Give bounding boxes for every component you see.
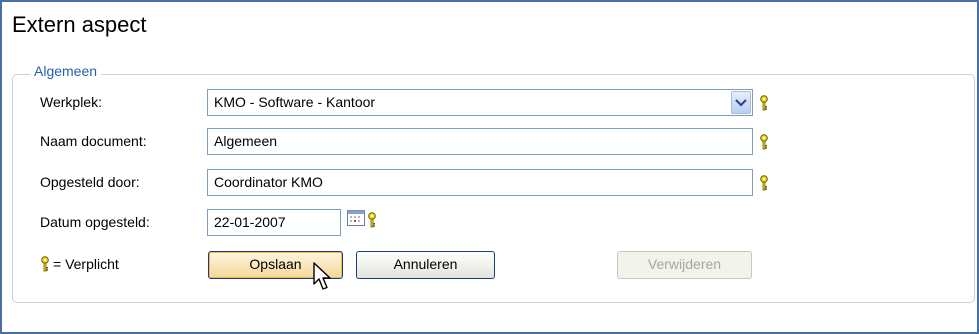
- date-drafted-input[interactable]: 22-01-2007: [207, 209, 341, 236]
- drafted-by-label: Opgesteld door:: [40, 174, 140, 190]
- workplace-select[interactable]: KMO - Software - Kantoor: [207, 89, 753, 116]
- date-drafted-label: Datum opgesteld:: [40, 214, 150, 230]
- drafted-by-input[interactable]: Coordinator KMO: [207, 169, 753, 196]
- page-title: Extern aspect: [12, 12, 147, 37]
- workplace-select-value: KMO - Software - Kantoor: [214, 94, 376, 110]
- required-legend-text: = Verplicht: [53, 256, 119, 272]
- mouse-pointer-icon: [313, 262, 331, 290]
- document-name-input[interactable]: Algemeen: [207, 128, 753, 155]
- document-name-label: Naam document:: [40, 133, 147, 149]
- delete-button[interactable]: Verwijderen: [617, 251, 752, 279]
- fieldset-legend: Algemeen: [30, 63, 102, 79]
- chevron-down-icon[interactable]: [731, 91, 751, 114]
- key-icon: [760, 175, 768, 191]
- key-icon: [760, 134, 768, 150]
- key-icon: [760, 95, 768, 111]
- required-legend: = Verplicht: [40, 256, 119, 272]
- key-icon: [368, 212, 376, 228]
- key-icon: [41, 256, 49, 272]
- workplace-label: Werkplek:: [40, 94, 102, 110]
- cancel-button[interactable]: Annuleren: [356, 251, 495, 279]
- calendar-icon[interactable]: [347, 210, 365, 226]
